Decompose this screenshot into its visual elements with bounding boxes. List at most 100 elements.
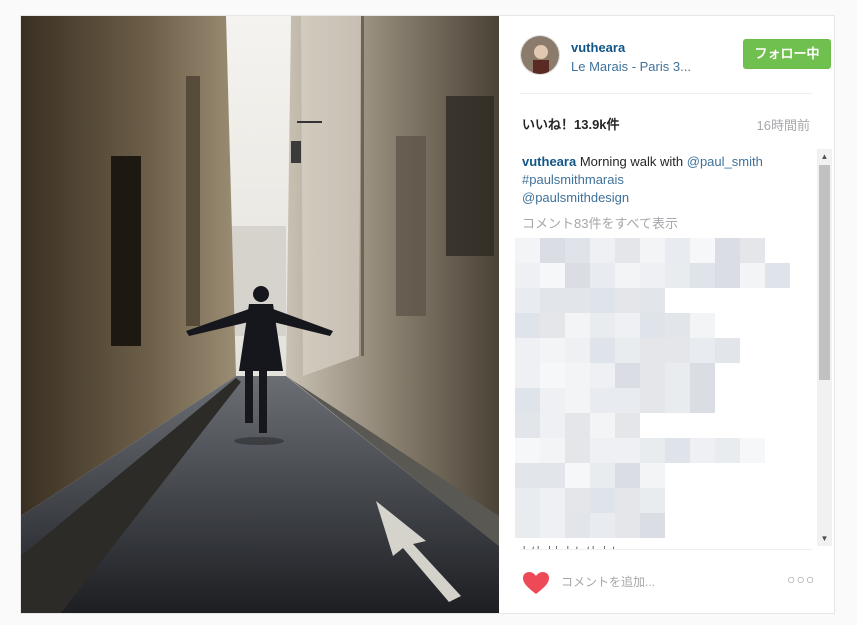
mosaic-cell — [540, 488, 565, 513]
scroll-up-arrow-icon[interactable]: ▲ — [817, 149, 832, 164]
header-divider — [520, 93, 812, 94]
mosaic-cell — [515, 438, 540, 463]
mosaic-cell — [540, 388, 565, 413]
mosaic-cell — [665, 313, 690, 338]
alley-photo-illustration — [21, 16, 499, 613]
mosaic-cell — [640, 313, 665, 338]
mosaic-cell — [540, 238, 565, 263]
scroll-down-arrow-icon[interactable]: ▼ — [817, 531, 832, 546]
post-location[interactable]: Le Marais - Paris 3... — [571, 59, 691, 74]
footer-divider — [520, 549, 812, 550]
mosaic-cell — [565, 488, 590, 513]
mosaic-cell — [540, 338, 565, 363]
caption-mention-paul-smith[interactable]: @paul_smith — [687, 154, 763, 169]
mosaic-cell — [590, 513, 615, 538]
mosaic-cell — [515, 463, 540, 488]
mosaic-cell — [590, 288, 615, 313]
mosaic-cell — [640, 463, 665, 488]
post-header: vutheara Le Marais - Paris 3... フォロー中 — [520, 35, 831, 93]
mosaic-cell — [615, 338, 640, 363]
mosaic-cell — [540, 463, 565, 488]
mosaic-cell — [640, 338, 665, 363]
pixelated-comments — [515, 238, 793, 540]
mosaic-cell — [590, 463, 615, 488]
mosaic-cell — [640, 263, 665, 288]
mosaic-cell — [690, 238, 715, 263]
mosaic-cell — [540, 413, 565, 438]
mosaic-cell — [765, 263, 790, 288]
mosaic-cell — [565, 288, 590, 313]
mosaic-cell — [615, 413, 640, 438]
mosaic-cell — [715, 438, 740, 463]
mosaic-cell — [615, 313, 640, 338]
mosaic-cell — [640, 438, 665, 463]
mosaic-cell — [640, 488, 665, 513]
mosaic-cell — [640, 238, 665, 263]
post-username[interactable]: vutheara — [571, 40, 625, 55]
mosaic-cell — [515, 263, 540, 288]
caption-hashtag[interactable]: #paulsmithmarais — [522, 172, 624, 187]
heart-icon[interactable] — [522, 571, 550, 595]
ellipsis-icon[interactable]: ○○○ — [787, 571, 815, 587]
mosaic-cell — [565, 463, 590, 488]
mosaic-cell — [515, 513, 540, 538]
mosaic-cell — [665, 363, 690, 388]
mosaic-cell — [690, 313, 715, 338]
user-avatar[interactable] — [520, 35, 560, 75]
mosaic-cell — [590, 263, 615, 288]
comments-scrollbar[interactable]: ▲ ▼ — [817, 149, 832, 546]
mosaic-cell — [615, 388, 640, 413]
mosaic-cell — [565, 238, 590, 263]
scroll-thumb[interactable] — [819, 165, 830, 380]
mosaic-cell — [640, 288, 665, 313]
mosaic-cell — [540, 513, 565, 538]
post-footer: コメントを追加... ○○○ — [499, 554, 834, 613]
mosaic-cell — [565, 263, 590, 288]
mosaic-cell — [515, 288, 540, 313]
mosaic-cell — [665, 438, 690, 463]
mosaic-cell — [740, 238, 765, 263]
mosaic-cell — [540, 363, 565, 388]
mosaic-cell — [640, 513, 665, 538]
likes-count[interactable]: いいね！13.9k件 — [522, 114, 620, 133]
mosaic-cell — [565, 413, 590, 438]
mosaic-cell — [665, 238, 690, 263]
mosaic-cell — [565, 313, 590, 338]
following-button[interactable]: フォロー中 — [743, 39, 831, 69]
mosaic-cell — [590, 413, 615, 438]
post-caption: vutheara Morning walk with @paul_smith #… — [522, 153, 800, 207]
mosaic-cell — [590, 238, 615, 263]
post-time[interactable]: 16時間前 — [757, 115, 810, 134]
mosaic-cell — [590, 438, 615, 463]
mosaic-cell — [515, 363, 540, 388]
mosaic-cell — [540, 263, 565, 288]
mosaic-cell — [565, 388, 590, 413]
caption-text: Morning walk with — [576, 154, 687, 169]
mosaic-cell — [565, 363, 590, 388]
post-photo[interactable] — [21, 16, 499, 613]
mosaic-cell — [590, 388, 615, 413]
add-comment-input[interactable]: コメントを追加... — [561, 569, 761, 595]
mosaic-cell — [690, 263, 715, 288]
mosaic-cell — [715, 338, 740, 363]
caption-username[interactable]: vutheara — [522, 154, 576, 169]
mosaic-cell — [515, 238, 540, 263]
view-all-comments-link[interactable]: コメント83件をすべて表示 — [522, 213, 678, 232]
mosaic-cell — [715, 238, 740, 263]
mosaic-cell — [590, 488, 615, 513]
post-details-panel: vutheara Le Marais - Paris 3... フォロー中 いい… — [499, 16, 834, 613]
mosaic-cell — [565, 338, 590, 363]
mosaic-cell — [615, 238, 640, 263]
mosaic-cell — [615, 463, 640, 488]
mosaic-cell — [740, 438, 765, 463]
mosaic-cell — [615, 288, 640, 313]
mosaic-cell — [565, 513, 590, 538]
mosaic-cell — [715, 263, 740, 288]
mosaic-cell — [665, 263, 690, 288]
caption-mention-design[interactable]: @paulsmithdesign — [522, 190, 629, 205]
mosaic-cell — [640, 388, 665, 413]
mosaic-cell — [615, 363, 640, 388]
mosaic-cell — [615, 438, 640, 463]
mosaic-cell — [540, 288, 565, 313]
mosaic-cell — [515, 388, 540, 413]
